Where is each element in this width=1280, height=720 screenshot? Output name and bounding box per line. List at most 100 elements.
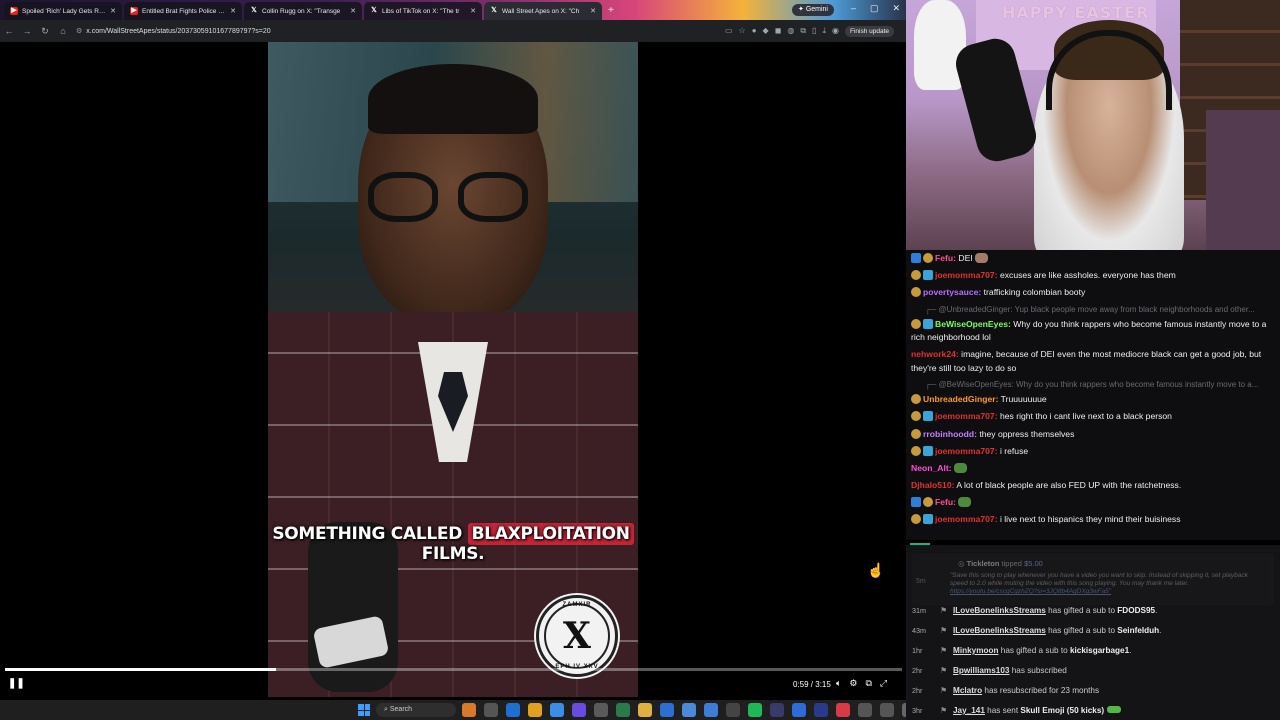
chat-username[interactable]: rrobinhoodd: — [923, 429, 977, 439]
sub-badge-icon — [923, 411, 933, 422]
event-username[interactable]: Bpwilliams103 — [953, 666, 1009, 675]
close-window-icon[interactable]: ✕ — [892, 3, 900, 14]
minimize-icon[interactable]: – — [851, 3, 856, 14]
pause-icon[interactable]: ❚❚ — [8, 678, 25, 689]
close-icon[interactable]: ✕ — [230, 7, 236, 15]
youtube-icon: ▶ — [130, 7, 138, 15]
taskbar-app-icon[interactable] — [660, 703, 674, 717]
browser-tab-active[interactable]: 𝕏 Wall Street Apes on X: "Ch ✕ — [484, 2, 602, 20]
taskbar-app-icon[interactable] — [616, 703, 630, 717]
close-icon[interactable]: ✕ — [590, 7, 596, 15]
event-username[interactable]: ILoveBonelinksStreams — [953, 626, 1046, 635]
taskbar-app-icon[interactable] — [726, 703, 740, 717]
browser-tab[interactable]: ▶ Entitled Brat Fights Police Inste ✕ — [124, 2, 242, 20]
video-caption: SOMETHING CALLED BLAXPLOITATION FILMS. — [268, 523, 638, 564]
video-player[interactable]: SOMETHING CALLED BLAXPLOITATION FILMS. Z… — [0, 42, 906, 700]
event-tail: . — [1155, 606, 1158, 615]
download-icon[interactable]: ⤓ — [822, 26, 826, 36]
chat-username[interactable]: UnbreadedGinger: — [923, 394, 998, 404]
close-icon[interactable]: ✕ — [110, 7, 116, 15]
extension-icon[interactable]: ◼ — [775, 26, 782, 36]
chat-message: nehwork24: imagine, because of DEI even … — [911, 348, 1274, 375]
close-icon[interactable]: ✕ — [470, 7, 476, 15]
event-username[interactable]: Minkymoon — [953, 646, 999, 655]
chat-username[interactable]: Neon_Alt: — [911, 463, 952, 473]
close-icon[interactable]: ✕ — [350, 7, 356, 15]
coin-badge-icon — [923, 253, 933, 263]
extension-icon[interactable]: ● — [752, 26, 757, 36]
finish-update-button[interactable]: Finish update — [844, 25, 894, 37]
forward-icon[interactable]: → — [18, 26, 36, 36]
cast-icon[interactable]: ▭ — [725, 26, 733, 36]
taskbar-app-icon[interactable] — [748, 703, 762, 717]
taskbar-app-icon[interactable] — [682, 703, 696, 717]
taskbar-app-icon[interactable] — [880, 703, 894, 717]
video-progress-bar[interactable] — [5, 668, 902, 671]
hands-emote-icon — [975, 253, 989, 263]
coin-badge-icon — [911, 445, 921, 456]
taskbar-app-icon[interactable] — [572, 703, 586, 717]
pip-icon[interactable]: ⧉ — [865, 678, 871, 689]
extension-icon[interactable]: ◆ — [763, 26, 769, 36]
kicks-icon — [1107, 706, 1122, 713]
taskbar-app-icon[interactable] — [550, 703, 564, 717]
event-username[interactable]: ILoveBonelinksStreams — [953, 606, 1046, 615]
bookmark-star-icon[interactable]: ☆ — [739, 26, 746, 36]
site-info-icon[interactable]: ⚙ — [76, 28, 82, 35]
volume-icon[interactable]: 🔈︎ — [836, 678, 841, 689]
event-row: 2hr ⚑ Mclatro has resubscribed for 23 mont… — [912, 683, 1276, 699]
windows-start-icon[interactable] — [358, 704, 370, 716]
taskbar-app-icon[interactable] — [858, 703, 872, 717]
chat-text: imagine, because of DEI even the most me… — [911, 349, 1262, 373]
chat-message: UnbreadedGinger: Truuuuuuue — [911, 393, 1274, 407]
sidebar-icon[interactable]: ▯ — [812, 26, 816, 36]
browser-tab[interactable]: ▶ Spoiled 'Rich' Lady Gets Reality ✕ — [4, 2, 122, 20]
settings-gear-icon[interactable]: ⚙ — [849, 678, 857, 689]
url-field[interactable]: ⚙ x.com/WallStreetApes/status/20373059101… — [76, 27, 596, 35]
taskbar-app-icon[interactable] — [638, 703, 652, 717]
chat-text: trafficking colombian booty — [981, 287, 1086, 298]
back-icon[interactable]: ← — [0, 26, 18, 36]
new-tab-button[interactable]: + — [608, 5, 614, 16]
tip-link[interactable]: https://youtu.be/cscgCgzhZQ?si=3JQ8b4AqD… — [950, 588, 1111, 595]
taskbar-app-icon[interactable] — [484, 703, 498, 717]
kick-icon: ⚑ — [940, 606, 948, 615]
home-icon[interactable]: ⌂ — [54, 26, 72, 36]
event-username[interactable]: Mclatro — [953, 686, 982, 695]
chat-username[interactable]: joemomma707: — [935, 411, 998, 421]
maximize-icon[interactable]: ▢ — [870, 3, 879, 14]
chat-text: Truuuuuuue — [998, 394, 1047, 405]
chat-username[interactable]: joemomma707: — [935, 270, 998, 280]
taskbar-app-icon[interactable] — [594, 703, 608, 717]
chat-username[interactable]: BeWiseOpenEyes: — [935, 319, 1011, 329]
profile-avatar-icon[interactable]: ◉ — [832, 26, 839, 36]
chat-username[interactable]: povertysauce: — [923, 287, 981, 297]
sub-badge-icon — [923, 318, 933, 329]
browser-tab[interactable]: 𝕏 Libs of TikTok on X: "The tr ✕ — [364, 2, 482, 20]
fullscreen-icon[interactable]: ⤢ — [880, 678, 887, 689]
reload-icon[interactable]: ↻ — [36, 26, 54, 37]
chat-message: joemomma707: hes right tho i cant live n… — [911, 410, 1274, 424]
chat-text: excuses are like assholes. everyone has … — [997, 270, 1176, 281]
taskbar-app-icon[interactable] — [792, 703, 806, 717]
extension-icon[interactable]: ◍ — [787, 26, 794, 36]
chat-username[interactable]: joemomma707: — [935, 446, 998, 456]
taskbar-app-icon[interactable] — [836, 703, 850, 717]
chat-username[interactable]: Fefu: — [935, 253, 956, 263]
browser-tab[interactable]: 𝕏 Collin Rugg on X: "Transge ✕ — [244, 2, 362, 20]
taskbar-app-icon[interactable] — [814, 703, 828, 717]
chat-username[interactable]: nehwork24: — [911, 349, 959, 359]
taskbar-app-icon[interactable] — [462, 703, 476, 717]
taskbar-app-icon[interactable] — [704, 703, 718, 717]
taskbar-app-icon[interactable] — [528, 703, 542, 717]
extensions-puzzle-icon[interactable]: ⧉ — [800, 26, 806, 36]
chat-username[interactable]: Djhalo510: — [911, 480, 954, 490]
event-username[interactable]: Jay_141 — [953, 706, 985, 715]
chat-username[interactable]: joemomma707: — [935, 514, 998, 524]
video-progress-fill — [5, 668, 276, 671]
taskbar-app-icon[interactable] — [770, 703, 784, 717]
gemini-button[interactable]: ✦ Gemini — [792, 4, 834, 16]
taskbar-search[interactable]: ⌕ Search — [376, 703, 456, 717]
taskbar-app-icon[interactable] — [506, 703, 520, 717]
chat-username[interactable]: Fefu: — [935, 497, 956, 507]
